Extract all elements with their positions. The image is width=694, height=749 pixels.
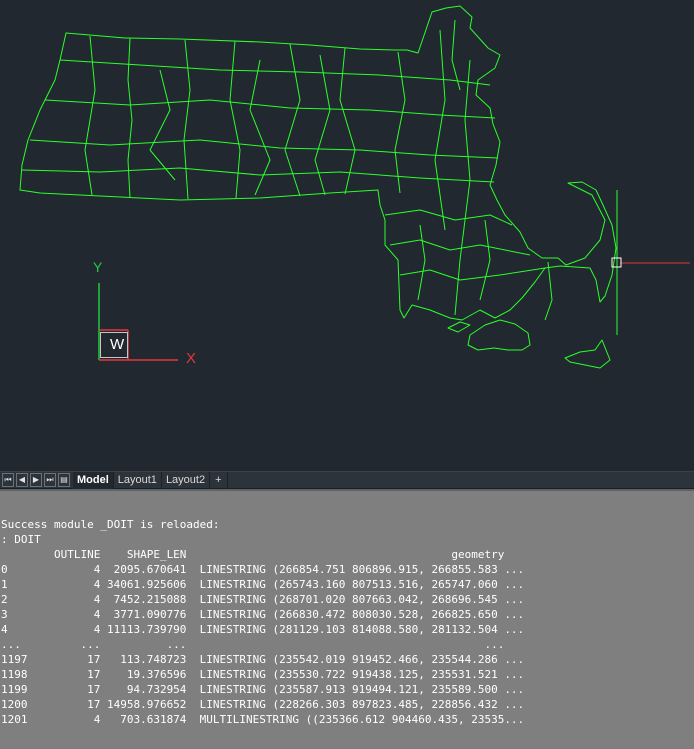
console-table-row: 1197 17 113.748723 LINESTRING (235542.01…	[1, 653, 525, 666]
console-table-header: OUTLINE SHAPE_LEN geometry	[53, 548, 505, 561]
cursor-crosshair	[611, 190, 690, 335]
ucs-w-label: W	[110, 336, 125, 353]
tab-layout2[interactable]: Layout2	[162, 471, 211, 489]
town-boundary	[544, 261, 553, 321]
command-history[interactable]: Success module _DOIT is reloaded: : DOIT…	[0, 489, 694, 749]
tab-menu-icon[interactable]: ▤	[58, 473, 70, 487]
town-boundary	[84, 35, 96, 196]
town-boundary	[394, 51, 406, 194]
town-boundary	[127, 37, 133, 199]
console-divider[interactable]	[0, 489, 694, 491]
prev-icon[interactable]: ◀	[16, 473, 28, 487]
town-boundary	[21, 167, 495, 183]
massachusetts-outlines	[19, 5, 617, 369]
map-drawing	[19, 5, 690, 369]
console-table-row: 1200 17 14958.976652 LINESTRING (228266.…	[1, 698, 525, 711]
layout-tab-bar: ⏮ ◀ ▶ ⏭ ▤ Model Layout1 Layout2 +	[0, 471, 694, 489]
console-table-row: 1 4 34061.925606 LINESTRING (265743.160 …	[1, 578, 525, 591]
elizabeth-islands-outline	[447, 321, 471, 333]
town-boundary	[149, 69, 176, 181]
console-table-row: 3 4 3771.090776 LINESTRING (266830.472 8…	[1, 608, 525, 621]
town-boundary	[384, 209, 513, 226]
town-boundary	[454, 59, 471, 316]
town-boundary	[44, 99, 496, 119]
console-table-row: 2 4 7452.215088 LINESTRING (268701.020 8…	[1, 593, 525, 606]
console-table-row: ... ... ... ...	[1, 638, 505, 651]
marthas-vineyard-outline	[467, 319, 531, 351]
console-table-row: 1199 17 94.732954 LINESTRING (235587.913…	[1, 683, 525, 696]
console-message: Success module _DOIT is reloaded:	[1, 518, 220, 531]
tab-layout1[interactable]: Layout1	[114, 471, 162, 489]
town-boundary	[417, 224, 426, 301]
ucs-x-axis-label: X	[186, 350, 197, 367]
add-layout-button[interactable]: +	[210, 471, 228, 489]
console-table-row: 1201 4 703.631874 MULTILINESTRING ((2353…	[1, 713, 525, 726]
town-boundary	[59, 59, 491, 86]
town-boundary	[479, 219, 491, 301]
console-table-row: 1198 17 19.376596 LINESTRING (235530.722…	[1, 668, 525, 681]
next-icon[interactable]: ▶	[30, 473, 42, 487]
console-output: Success module _DOIT is reloaded: : DOIT…	[1, 517, 524, 727]
drawing-canvas[interactable]: Y X W	[0, 0, 694, 471]
state-outline	[19, 5, 617, 321]
nantucket-outline	[564, 339, 611, 369]
town-boundary	[451, 19, 461, 91]
console-table-row: 4 4 11113.739790 LINESTRING (281129.103 …	[1, 623, 525, 636]
town-boundary	[229, 40, 241, 199]
first-icon[interactable]: ⏮	[2, 473, 14, 487]
town-boundary	[314, 54, 331, 196]
console-command: : DOIT	[1, 533, 41, 546]
tab-model[interactable]: Model	[73, 471, 114, 489]
last-icon[interactable]: ⏭	[44, 473, 56, 487]
town-boundary	[183, 39, 191, 200]
ucs-world-indicator: W	[100, 332, 128, 358]
town-boundary	[29, 139, 499, 159]
town-boundary	[434, 29, 446, 231]
console-table-row: 0 4 2095.670641 LINESTRING (266854.751 8…	[1, 563, 525, 576]
town-boundary	[389, 239, 531, 256]
ucs-y-axis-label: Y	[93, 259, 103, 275]
